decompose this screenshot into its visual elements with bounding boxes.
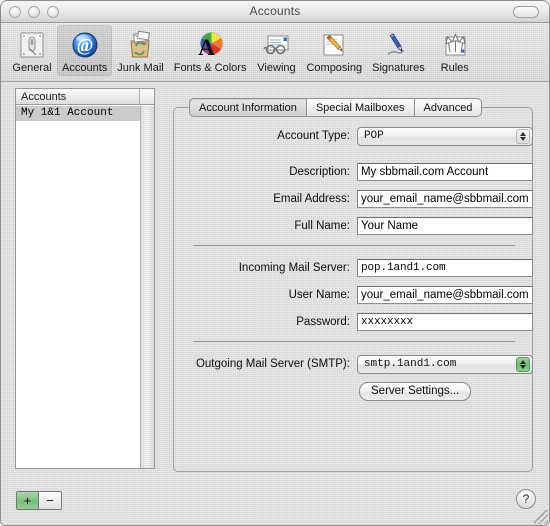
fonts-colors-icon: A xyxy=(174,29,247,61)
accounts-list-header: Accounts xyxy=(16,89,154,105)
account-information-form: Account Type: POP Description: My sbbmai… xyxy=(173,126,533,408)
toolbar-item-general-label: General xyxy=(12,62,52,74)
rules-icon xyxy=(435,29,475,61)
signatures-icon xyxy=(372,29,425,61)
toolbar-item-signatures-label: Signatures xyxy=(372,62,425,74)
help-button[interactable]: ? xyxy=(516,489,536,509)
user-name-row: User Name: your_email_name@sbbmail.com xyxy=(173,285,533,305)
tab-special-mailboxes[interactable]: Special Mailboxes xyxy=(306,98,415,117)
accounts-list-header-label: Accounts xyxy=(21,90,67,103)
preferences-content: Accounts My 1&1 Account Account Informat… xyxy=(1,82,549,486)
svg-text:A: A xyxy=(198,35,215,60)
full-name-label: Full Name: xyxy=(294,220,350,232)
tab-advanced[interactable]: Advanced xyxy=(414,98,483,117)
tab-account-information[interactable]: Account Information xyxy=(189,98,307,117)
toolbar-item-accounts-label: Accounts xyxy=(62,62,108,74)
outgoing-mail-server-popup[interactable]: smtp.1and1.com xyxy=(356,354,533,374)
remove-account-button[interactable]: − xyxy=(39,492,61,509)
password-label: Password: xyxy=(296,316,350,328)
accounts-at-icon: @ xyxy=(62,29,107,61)
accounts-list-scrollbar[interactable] xyxy=(140,106,154,468)
toolbar-item-fonts-colors[interactable]: A Fonts & Colors xyxy=(169,25,252,76)
toolbar-item-viewing-label: Viewing xyxy=(257,62,296,74)
list-item[interactable]: My 1&1 Account xyxy=(16,106,140,121)
email-address-label: Email Address: xyxy=(273,193,350,205)
server-settings-button[interactable]: Server Settings... xyxy=(359,381,472,401)
email-address-input[interactable]: your_email_name@sbbmail.com xyxy=(356,190,533,208)
svg-text:@: @ xyxy=(76,35,93,55)
account-tabview: Account Information Special Mailboxes Ad… xyxy=(173,98,533,472)
composing-icon xyxy=(306,29,362,61)
add-account-button[interactable]: + xyxy=(17,492,39,509)
toolbar-item-viewing[interactable]: Viewing xyxy=(251,25,301,76)
toolbar-item-composing-label: Composing xyxy=(306,62,363,74)
outgoing-mail-server-value: smtp.1and1.com xyxy=(363,357,457,370)
toolbar-item-composing[interactable]: Composing xyxy=(301,25,367,76)
accounts-list-header-corner xyxy=(139,89,154,104)
toolbar-toggle-button[interactable] xyxy=(513,6,539,18)
server-settings-row: Server Settings... xyxy=(173,381,533,401)
toolbar-item-junk-mail[interactable]: Junk Mail xyxy=(112,25,168,76)
window-title: Accounts xyxy=(249,4,301,18)
preferences-toolbar: General @ Accounts Junk Mail A Fonts & C… xyxy=(1,23,549,82)
description-row: Description: My sbbmail.com Account xyxy=(173,162,533,182)
description-label: Description: xyxy=(289,166,350,178)
chevron-updown-icon xyxy=(516,356,530,372)
junk-mail-icon xyxy=(117,29,163,61)
password-input[interactable]: xxxxxxxx xyxy=(356,313,533,331)
accounts-list-rows: My 1&1 Account xyxy=(16,106,140,468)
account-type-row: Account Type: POP xyxy=(173,126,533,146)
email-address-row: Email Address: your_email_name@sbbmail.c… xyxy=(173,189,533,209)
full-name-input[interactable]: Your Name xyxy=(356,217,533,235)
resize-grip[interactable] xyxy=(534,510,548,524)
toolbar-item-fonts-colors-label: Fonts & Colors xyxy=(173,62,247,74)
user-name-input[interactable]: your_email_name@sbbmail.com xyxy=(356,286,533,304)
toolbar-item-signatures[interactable]: Signatures xyxy=(367,25,430,76)
tab-bar: Account Information Special Mailboxes Ad… xyxy=(189,98,483,117)
incoming-mail-server-input[interactable]: pop.1and1.com xyxy=(356,259,533,277)
outgoing-mail-server-label: Outgoing Mail Server (SMTP): xyxy=(195,358,350,370)
toolbar-item-general[interactable]: General xyxy=(7,25,57,76)
user-name-label: User Name: xyxy=(288,289,350,301)
chevron-updown-icon xyxy=(516,128,530,144)
password-row: Password: xxxxxxxx xyxy=(173,312,533,332)
form-separator-1 xyxy=(193,245,515,246)
account-type-popup[interactable]: POP xyxy=(356,126,533,146)
description-input[interactable]: My sbbmail.com Account xyxy=(356,163,533,181)
window-bottom-bar: + − ? xyxy=(1,483,549,525)
incoming-mail-server-label: Incoming Mail Server: xyxy=(238,262,350,274)
viewing-icon xyxy=(256,29,296,61)
full-name-row: Full Name: Your Name xyxy=(173,216,533,236)
account-type-label: Account Type: xyxy=(277,130,350,142)
account-type-value: POP xyxy=(363,129,384,142)
incoming-mail-server-row: Incoming Mail Server: pop.1and1.com xyxy=(173,258,533,278)
accounts-preferences-window: Accounts General @ Accounts Junk Mail A … xyxy=(0,0,550,526)
accounts-list[interactable]: Accounts My 1&1 Account xyxy=(15,88,155,469)
toolbar-item-rules-label: Rules xyxy=(440,62,469,74)
toolbar-item-accounts[interactable]: @ Accounts xyxy=(57,25,113,76)
outgoing-mail-server-row: Outgoing Mail Server (SMTP): smtp.1and1.… xyxy=(173,354,533,374)
window-titlebar: Accounts xyxy=(1,1,549,23)
general-icon xyxy=(12,29,52,61)
form-separator-2 xyxy=(193,341,515,342)
toolbar-item-junk-mail-label: Junk Mail xyxy=(117,62,164,74)
account-add-remove-group: + − xyxy=(16,491,62,510)
toolbar-item-rules[interactable]: Rules xyxy=(430,25,480,76)
